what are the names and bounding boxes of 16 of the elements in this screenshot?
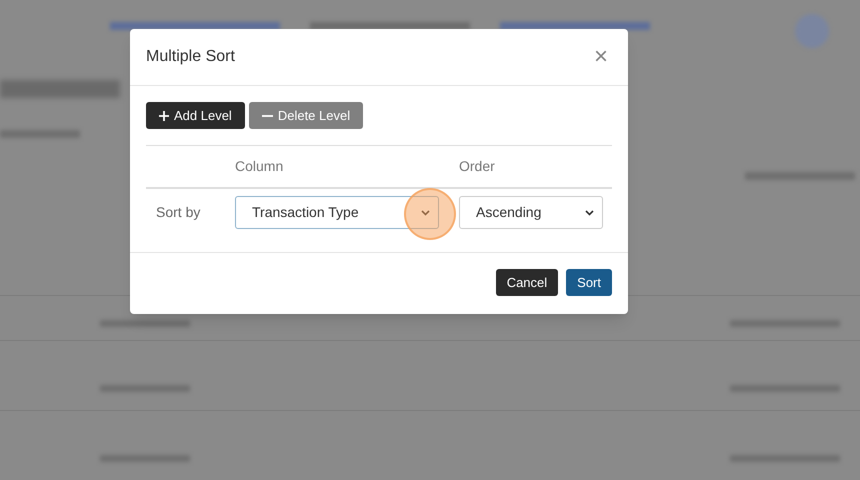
close-button[interactable]: × <box>594 45 612 69</box>
dialog-title: Multiple Sort <box>146 47 235 67</box>
add-level-button[interactable]: Add Level <box>146 102 245 129</box>
chevron-down-icon <box>585 210 594 216</box>
delete-level-button[interactable]: Delete Level <box>248 102 364 129</box>
sort-by-label: Sort by <box>155 203 202 222</box>
column-header: Column <box>235 157 284 176</box>
cancel-button[interactable]: Cancel <box>496 269 558 296</box>
click-highlight <box>404 188 456 240</box>
minus-icon <box>262 114 273 116</box>
chevron-down-icon <box>421 210 430 216</box>
plus-icon <box>159 110 169 120</box>
order-select[interactable]: Ascending <box>459 196 603 229</box>
column-header: Order <box>459 157 495 176</box>
column-select[interactable]: Transaction Type <box>235 196 439 229</box>
sort-button[interactable]: Sort <box>566 269 612 296</box>
